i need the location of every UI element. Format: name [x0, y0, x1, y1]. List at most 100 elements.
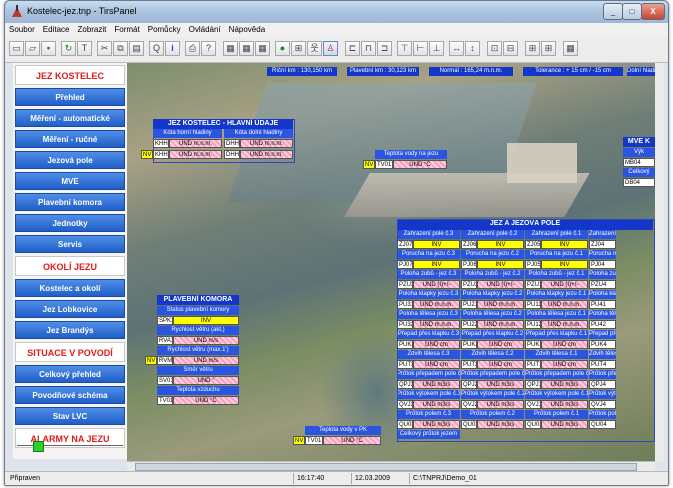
info-tolerance: Tolerance : + 15 cm / -15 cm [523, 67, 623, 76]
refresh-icon[interactable]: ↻ [61, 41, 76, 56]
panel-icon[interactable]: ▦ [223, 41, 238, 56]
ungroup-icon[interactable]: ⊟ [503, 41, 518, 56]
status-text: Připraven [10, 475, 40, 482]
menu-ovladani[interactable]: Ovládání [185, 23, 225, 34]
paste-icon[interactable]: ▤ [129, 41, 144, 56]
group-icon[interactable]: ⊡ [487, 41, 502, 56]
align-left-icon[interactable]: ⊏ [345, 41, 360, 56]
zoom-icon[interactable]: Q [149, 41, 164, 56]
scroll-thumb[interactable] [135, 463, 637, 471]
nav-mve[interactable]: MVE [15, 172, 125, 190]
teplota-jez-nv: NV [363, 160, 375, 169]
help-icon[interactable]: ? [201, 41, 216, 56]
tag-dhh1-nv: DHH1 [224, 150, 240, 159]
menu-format[interactable]: Formát [110, 23, 143, 34]
tag-rva1: RVA1 [157, 336, 173, 345]
person-icon[interactable]: 웃 [307, 41, 322, 56]
align-right-icon[interactable]: ⊐ [377, 41, 392, 56]
menu-soubor[interactable]: Soubor [5, 23, 39, 34]
new-icon[interactable]: ▭ [9, 41, 24, 56]
alarm-status-icon [33, 441, 44, 452]
save-icon[interactable]: ▪ [41, 41, 56, 56]
value-dhh1-nv: UND m.n.m. [240, 150, 293, 159]
application-window: Kostelec-jez.tnp - TirsPanel _ □ X Soubo… [4, 0, 669, 486]
status-path: C:\TNPRJ\Demo_01 [409, 473, 533, 484]
panel3-icon[interactable]: ▦ [255, 41, 270, 56]
info-dolni-hladina: Dolní hladina [627, 67, 655, 76]
mve-tag-db04: DB04 [623, 178, 655, 187]
mve-celkovy-label: Celkový [623, 168, 655, 177]
align-bottom-icon[interactable]: ⊥ [429, 41, 444, 56]
vertical-scrollbar[interactable] [655, 63, 664, 461]
nav-stav-lvc[interactable]: Stav LVC [15, 407, 125, 425]
print-icon[interactable]: ⎙ [185, 41, 200, 56]
teplota-jez-title: Teplota vody na jezu [375, 150, 447, 159]
tag-khh1-nv: KHH1 [153, 150, 169, 159]
nav-mereni-rucne[interactable]: Měření - ručné [15, 130, 125, 148]
nav-povodnove-schema[interactable]: Povodňové schéma [15, 386, 125, 404]
panel2-icon[interactable]: ▦ [239, 41, 254, 56]
tag-dhh1: DHH1 [224, 139, 240, 148]
tag-tv01-vzduch: TV01 [157, 396, 173, 405]
grid-icon-2[interactable]: ⊞ [525, 41, 540, 56]
status-pk-label: Status plavební komory [157, 306, 239, 315]
info-plavebni-km: Plavební km : 30,123 km [347, 67, 419, 76]
menu-pomucky[interactable]: Pomůcky [144, 23, 185, 34]
minimize-button[interactable]: _ [603, 3, 623, 20]
alarm-icon[interactable]: ♙ [323, 41, 338, 56]
horizontal-scrollbar[interactable] [127, 461, 655, 471]
align-middle-icon[interactable]: ⊢ [413, 41, 428, 56]
cut-icon[interactable]: ✂ [97, 41, 112, 56]
info-icon[interactable]: i [165, 41, 180, 56]
nav-jednotky[interactable]: Jednotky [15, 214, 125, 232]
mve-vykon-label: Výk [623, 148, 655, 157]
kota-horni-hladiny-label: Kóta horní hladiny [153, 129, 222, 138]
mve-tag-mb04: MB04 [623, 158, 655, 167]
title-bar[interactable]: Kostelec-jez.tnp - TirsPanel _ □ X [5, 1, 668, 23]
nav-servis[interactable]: Servis [15, 235, 125, 253]
nav-mereni-automaticke[interactable]: Měření - automatické [15, 109, 125, 127]
teplota-vzduchu-label: Teplota vzduchu [157, 386, 239, 395]
section-jez-kostelec: JEZ KOSTELEC [15, 65, 125, 85]
menu-zobrazit[interactable]: Zobrazit [73, 23, 110, 34]
section-situace-v-povodi: SITUACE V POVODÍ [15, 342, 125, 362]
align-center-icon[interactable]: ⊓ [361, 41, 376, 56]
grid-icon-3[interactable]: ⊞ [541, 41, 556, 56]
nav-celkovy-prehled[interactable]: Celkový přehled [15, 365, 125, 383]
close-button[interactable]: X [641, 3, 665, 20]
tag-sv01: SV01 [157, 376, 173, 385]
maximize-button[interactable]: □ [622, 3, 642, 20]
value-spk1: INV [173, 316, 239, 325]
menu-editace[interactable]: Editace [39, 23, 74, 34]
open-icon[interactable]: ▱ [25, 41, 40, 56]
nav-jezova-pole[interactable]: Jezová pole [15, 151, 125, 169]
teplota-pk-value: UND °C [323, 436, 381, 445]
nav-jez-lobkovice[interactable]: Jez Lobkovice [15, 300, 125, 318]
tag-spk1: SPK1 [157, 316, 173, 325]
copy-icon[interactable]: ⧉ [113, 41, 128, 56]
value-tv01-vzduch: UND °C [173, 396, 239, 405]
tag-icon[interactable]: T [77, 41, 92, 56]
grid-icon[interactable]: ▦ [563, 41, 578, 56]
info-ricni-km: Říční km : 130,150 km [267, 67, 337, 76]
status-bar: Připraven 16:17:40 12.03.2009 C:\TNPRJ\D… [5, 471, 668, 485]
value-dhh1: UND m.n.m. [240, 139, 293, 148]
nav-plavebni-komora[interactable]: Plavební komora [15, 193, 125, 211]
info-normal: Normál : 165,24 m.n.m. [429, 67, 513, 76]
teplota-jez-tag: TV01 [375, 160, 393, 169]
status-date: 12.03.2009 [351, 473, 405, 484]
graph-icon[interactable]: ⊞ [291, 41, 306, 56]
smer-vetru-label: Směr větru [157, 366, 239, 375]
teplota-pk-title: Teplota vody v PK [305, 426, 381, 435]
size-h-icon[interactable]: ↕ [465, 41, 480, 56]
size-w-icon[interactable]: ↔ [449, 41, 464, 56]
align-top-icon[interactable]: ⊤ [397, 41, 412, 56]
nav-jez-brandys[interactable]: Jez Brandýs [15, 321, 125, 339]
plavebni-nv: NV [145, 356, 157, 365]
nav-prehled[interactable]: Přehled [15, 88, 125, 106]
nav-kostelec-a-okoli[interactable]: Kostelec a okolí [15, 279, 125, 297]
menu-napoveda[interactable]: Nápověda [225, 23, 269, 34]
rychlost-vetru-max-label: Rychlost větru (max.1') [157, 346, 239, 355]
value-rva1: UND m/s [173, 336, 239, 345]
scene-icon[interactable]: ● [275, 41, 290, 56]
